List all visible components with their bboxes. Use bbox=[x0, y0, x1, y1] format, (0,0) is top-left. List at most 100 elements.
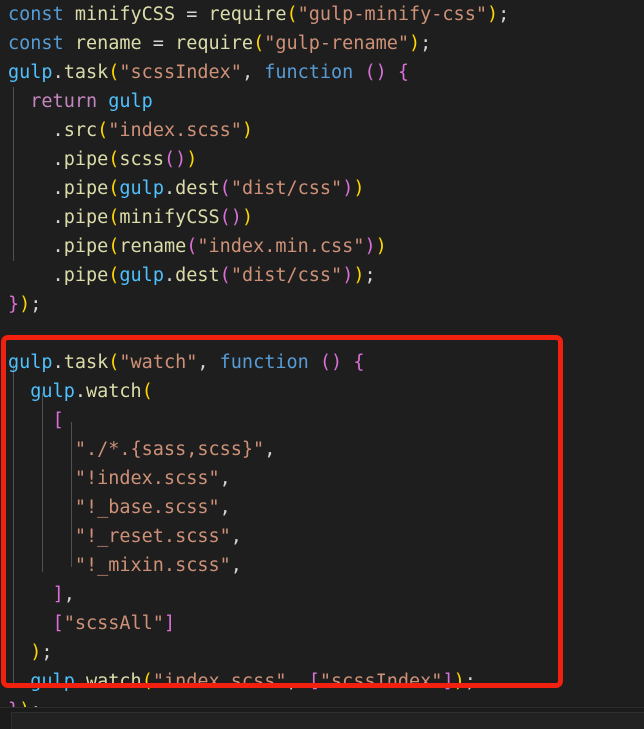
code-token: { bbox=[397, 62, 410, 83]
code-line[interactable]: "!_reset.scss", bbox=[0, 522, 644, 551]
code-token: ( bbox=[141, 381, 153, 402]
code-token: ) bbox=[353, 265, 365, 286]
code-token: ) bbox=[175, 149, 187, 170]
code-line[interactable]: ); bbox=[0, 638, 644, 667]
code-line[interactable]: const minifyCSS = require("gulp-minify-c… bbox=[0, 0, 644, 29]
code-token: "scssIndex" bbox=[119, 62, 242, 83]
code-token: "!index.scss" bbox=[74, 468, 220, 489]
code-token: ( bbox=[364, 62, 376, 83]
code-token: ( bbox=[108, 62, 120, 83]
code-token: ( bbox=[219, 207, 231, 228]
code-token: ( bbox=[219, 178, 231, 199]
code-token: gulp bbox=[30, 671, 75, 692]
code-line[interactable]: .pipe(minifyCSS()) bbox=[0, 203, 644, 232]
code-token: ( bbox=[186, 236, 198, 257]
code-token: . bbox=[8, 265, 64, 286]
code-token: [ bbox=[52, 410, 64, 431]
code-line[interactable]: gulp.task("scssIndex", function () { bbox=[0, 58, 644, 87]
code-token: function bbox=[264, 62, 354, 83]
code-line[interactable]: "!index.scss", bbox=[0, 464, 644, 493]
code-token: ( bbox=[108, 149, 120, 170]
code-line[interactable]: .src("index.scss") bbox=[0, 116, 644, 145]
code-token: minifyCSS bbox=[119, 207, 220, 228]
code-token: gulp bbox=[119, 178, 164, 199]
code-token: require bbox=[175, 33, 254, 54]
code-token: pipe bbox=[63, 265, 109, 286]
code-token: ( bbox=[108, 265, 120, 286]
code-line[interactable]: ], bbox=[0, 580, 644, 609]
code-token: ) bbox=[453, 671, 465, 692]
code-token: src bbox=[63, 120, 98, 141]
code-line[interactable]: "!_mixin.scss", bbox=[0, 551, 644, 580]
code-token: ( bbox=[319, 352, 332, 373]
code-token: ; bbox=[464, 671, 476, 692]
code-surface[interactable]: const minifyCSS = require("gulp-minify-c… bbox=[0, 0, 644, 721]
code-token: "scssIndex" bbox=[319, 671, 443, 692]
code-token: ) bbox=[186, 149, 198, 170]
code-line[interactable]: gulp.watch("index.scss", ["scssIndex"]); bbox=[0, 667, 644, 696]
code-token: ] bbox=[163, 613, 176, 634]
code-token: "!_reset.scss" bbox=[74, 526, 231, 547]
code-lines-layer[interactable]: const minifyCSS = require("gulp-minify-c… bbox=[0, 0, 644, 725]
code-token: pipe bbox=[63, 236, 109, 257]
code-token: ) bbox=[30, 642, 42, 663]
code-token: minifyCSS bbox=[74, 4, 176, 25]
code-token: ( bbox=[253, 33, 265, 54]
code-token: "gulp-minify-css" bbox=[297, 4, 487, 25]
code-token: "index.scss" bbox=[152, 671, 287, 692]
code-token: . bbox=[8, 178, 64, 199]
code-line[interactable]: "!_base.scss", bbox=[0, 493, 644, 522]
code-token: task bbox=[63, 352, 109, 373]
code-token: , bbox=[241, 62, 265, 83]
code-token: , bbox=[219, 468, 231, 489]
code-line[interactable]: gulp.task("watch", function () { bbox=[0, 348, 644, 377]
code-token: const bbox=[8, 33, 64, 54]
code-token: ; bbox=[364, 265, 376, 286]
code-token: . bbox=[52, 352, 64, 373]
code-line[interactable]: const rename = require("gulp-rename"); bbox=[0, 29, 644, 58]
code-token: ( bbox=[108, 236, 120, 257]
code-line[interactable]: "./*.{sass,scss}", bbox=[0, 435, 644, 464]
code-token: . bbox=[8, 120, 64, 141]
code-line[interactable]: .pipe(rename("index.min.css")) bbox=[0, 232, 644, 261]
code-line[interactable]: }); bbox=[0, 290, 644, 319]
code-line[interactable]: .pipe(scss()) bbox=[0, 145, 644, 174]
code-token: ) bbox=[342, 178, 354, 199]
code-token: ) bbox=[375, 236, 387, 257]
code-line[interactable]: ["scssAll"] bbox=[0, 609, 644, 638]
code-token: gulp bbox=[8, 352, 53, 373]
code-line[interactable]: return gulp bbox=[0, 87, 644, 116]
code-editor[interactable]: const minifyCSS = require("gulp-minify-c… bbox=[0, 0, 644, 729]
code-token: . bbox=[8, 236, 64, 257]
code-line[interactable]: .pipe(gulp.dest("dist/css")) bbox=[0, 174, 644, 203]
code-line[interactable] bbox=[0, 319, 644, 348]
code-token: { bbox=[353, 352, 365, 373]
code-token: , bbox=[230, 555, 242, 576]
code-token: ) bbox=[342, 265, 354, 286]
code-line[interactable]: gulp.watch( bbox=[0, 377, 644, 406]
code-token: ) bbox=[375, 62, 387, 83]
code-token: "./*.{sass,scss}" bbox=[74, 439, 265, 460]
code-token: "index.min.css" bbox=[197, 236, 365, 257]
code-token: "scssAll" bbox=[63, 613, 164, 634]
code-token: gulp bbox=[108, 91, 153, 112]
code-token: = bbox=[175, 4, 209, 25]
code-token: ; bbox=[420, 33, 432, 54]
code-token: ] bbox=[52, 584, 64, 605]
code-token: , bbox=[286, 671, 309, 692]
code-line[interactable]: .pipe(gulp.dest("dist/css")); bbox=[0, 261, 644, 290]
code-token: pipe bbox=[63, 207, 109, 228]
code-token: ) bbox=[241, 207, 254, 228]
code-token: . bbox=[163, 265, 176, 286]
code-line[interactable]: [ bbox=[0, 406, 644, 435]
